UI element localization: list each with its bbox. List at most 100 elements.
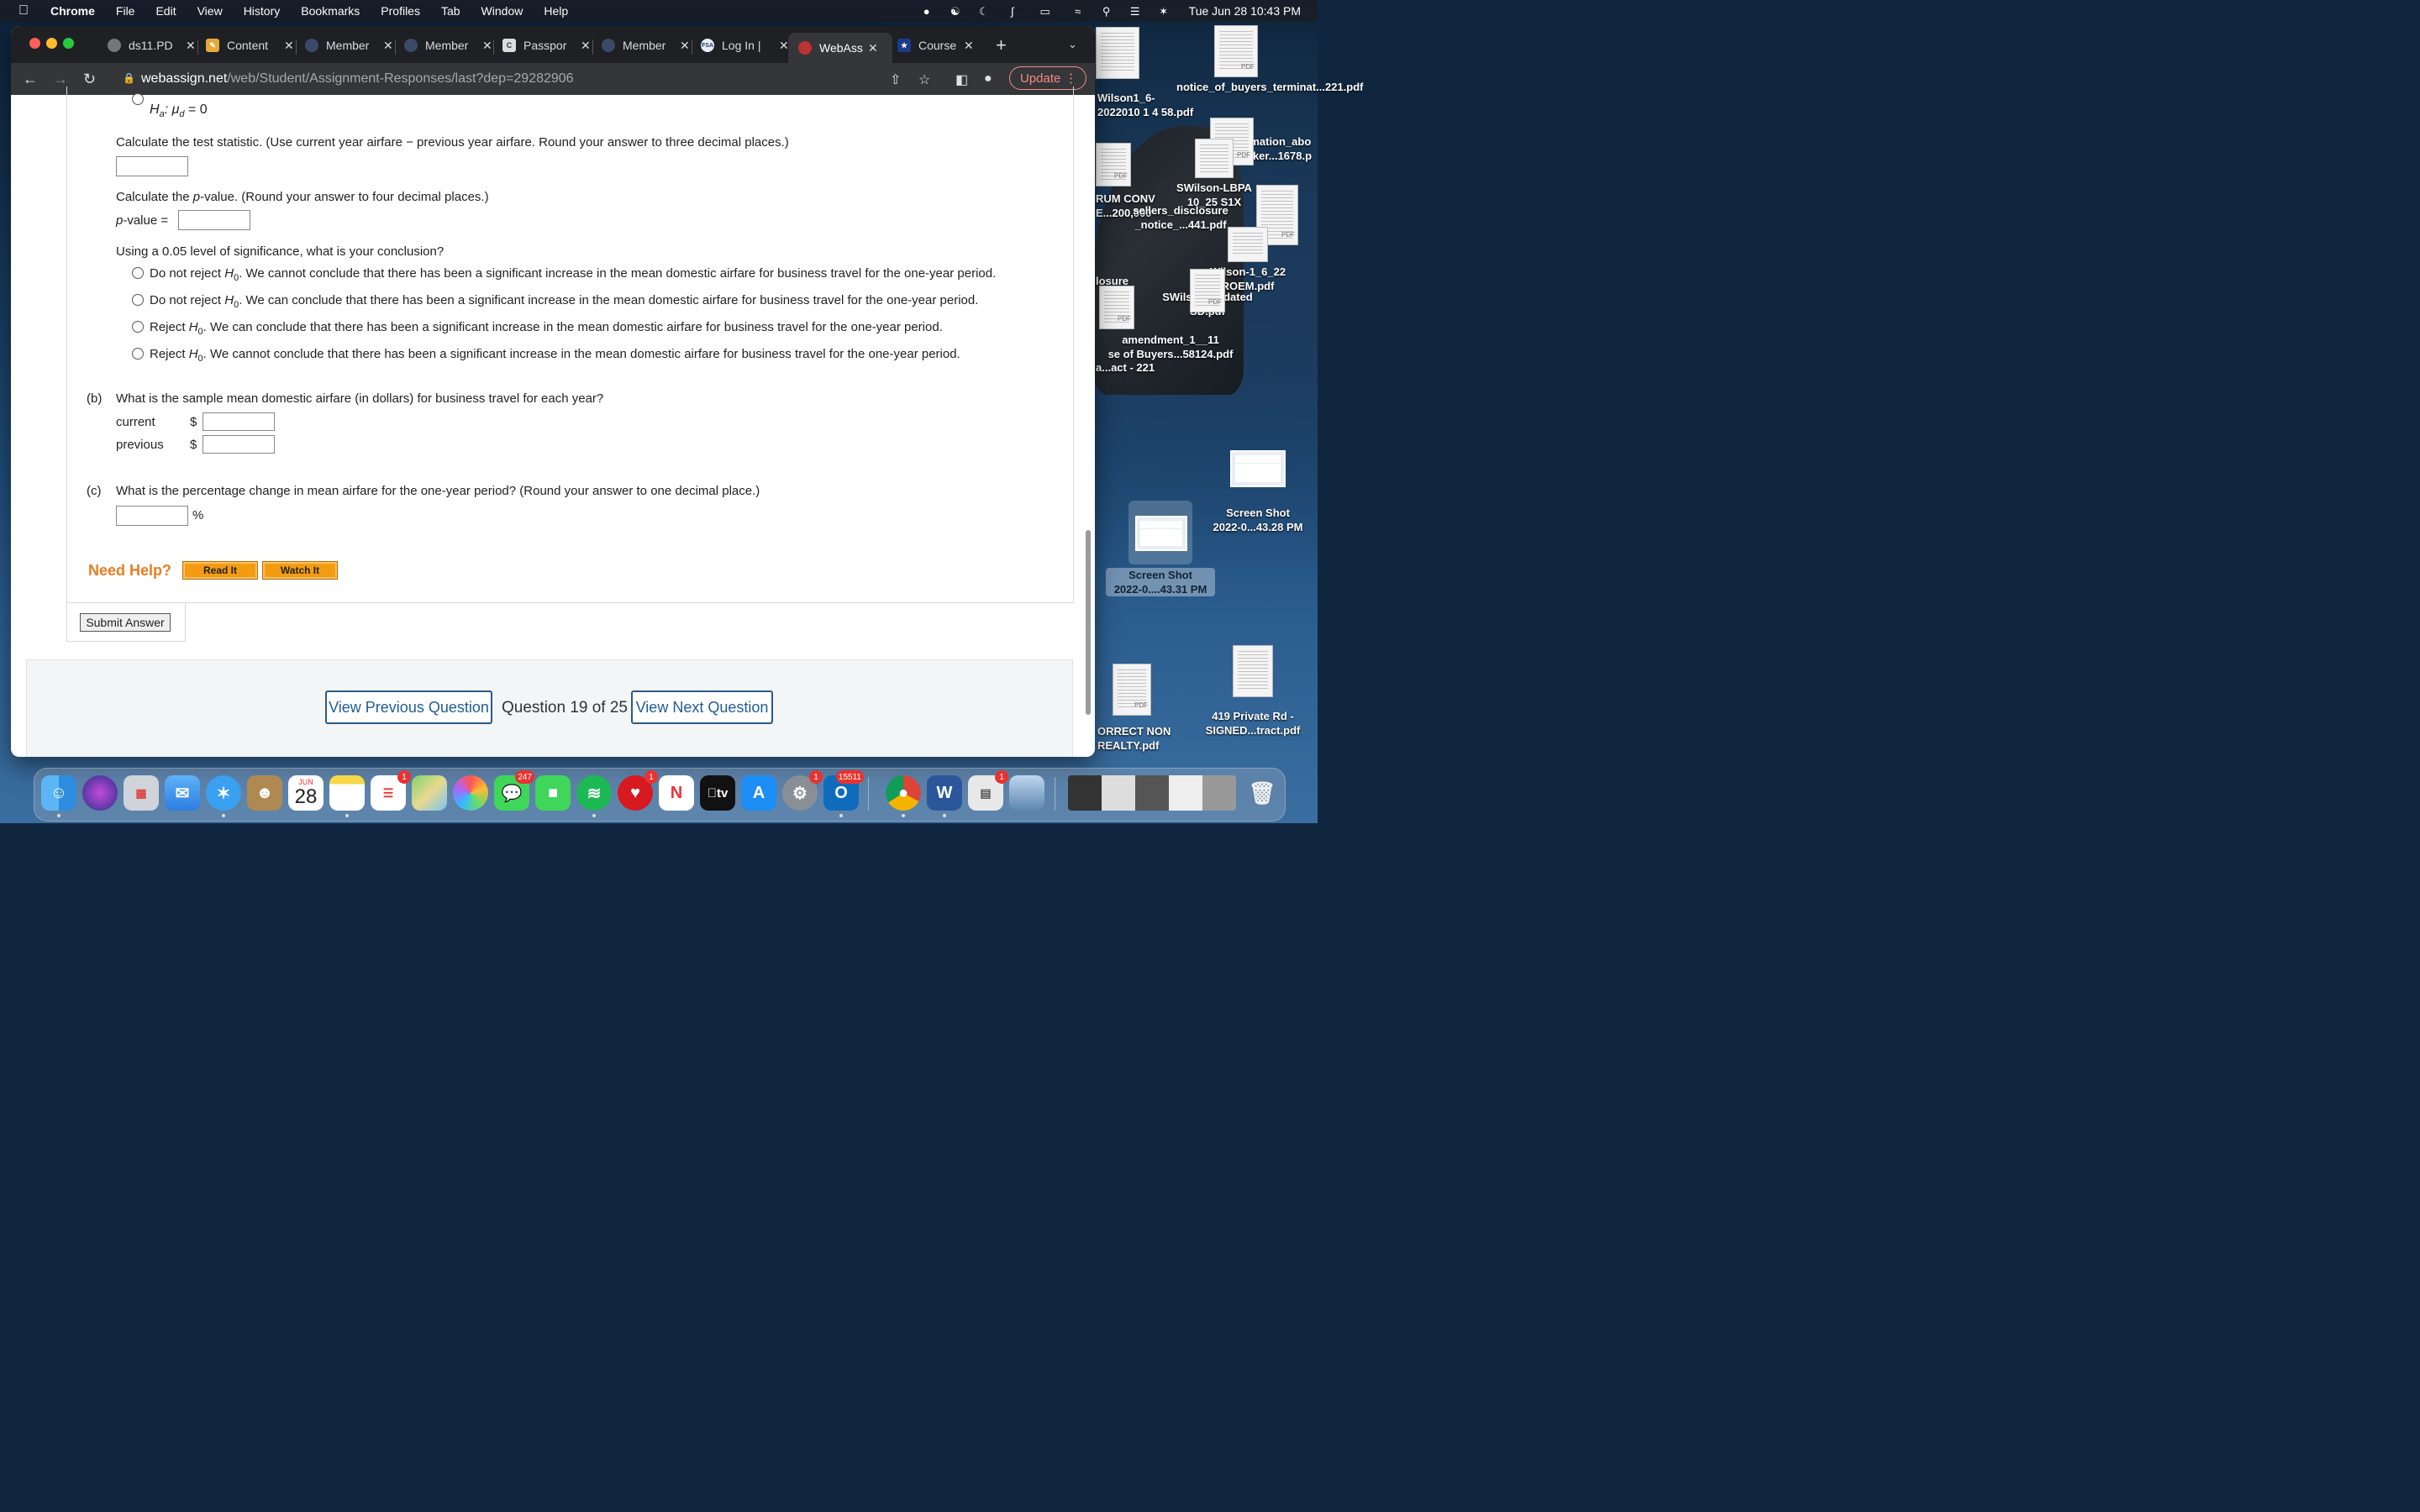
menu-tab[interactable]: Tab — [441, 4, 460, 18]
menu-app-name[interactable]: Chrome — [50, 4, 95, 18]
desktop-file-419-private[interactable]: 419 Private Rd - SIGNED...tract.pdf — [1200, 645, 1306, 738]
battery-icon[interactable]: ▭ — [1034, 5, 1056, 18]
menu-help[interactable]: Help — [544, 4, 568, 18]
tab-webassign[interactable]: WebAss ✕ — [788, 33, 892, 63]
desktop-file-wilson1[interactable]: Wilson1_6- 2022010 1 4 58.pdf — [1097, 91, 1207, 119]
sidebar-icon[interactable]: ◧ — [955, 71, 968, 88]
mail-icon[interactable]: ✉ — [165, 775, 200, 811]
facetime-icon[interactable]: ■ — [535, 775, 571, 811]
iheart-status-icon[interactable]: ● — [920, 5, 934, 18]
chrome-icon[interactable]: ● — [886, 775, 921, 811]
desktop-file-act-221[interactable]: a...act - 221 — [1096, 360, 1171, 375]
conclusion-radio-2[interactable] — [132, 294, 144, 306]
menu-view[interactable]: View — [197, 4, 223, 18]
close-icon[interactable]: ✕ — [482, 39, 492, 53]
close-icon[interactable]: ✕ — [964, 39, 974, 53]
close-icon[interactable]: ✕ — [680, 39, 690, 53]
news-icon[interactable]: N — [659, 775, 694, 811]
sync-status-icon[interactable]: ☯ — [949, 5, 962, 18]
finder-icon[interactable]: ☺ — [41, 775, 76, 811]
menu-file[interactable]: File — [116, 4, 135, 18]
tab-ds11[interactable]: ds11.PD ✕ — [108, 33, 196, 58]
close-window-button[interactable] — [29, 38, 40, 49]
current-mean-input[interactable] — [203, 412, 275, 431]
calendar-icon[interactable]: JUN 28 — [288, 775, 324, 811]
conclusion-option-1[interactable]: Do not reject H0. We cannot conclude tha… — [150, 266, 996, 283]
submit-answer-button[interactable]: Submit Answer — [80, 613, 171, 632]
reload-button[interactable]: ↻ — [83, 71, 96, 88]
tab-log-in[interactable]: FSA Log In | ✕ — [701, 33, 789, 58]
new-tab-button[interactable]: + — [996, 34, 1007, 56]
menu-clock[interactable]: Tue Jun 28 10:43 PM — [1189, 4, 1301, 18]
percent-change-input[interactable] — [116, 506, 188, 526]
spotify-icon[interactable]: ≋ — [576, 775, 612, 811]
close-icon[interactable]: ✕ — [581, 39, 591, 53]
tab-member-3[interactable]: Member ✕ — [602, 33, 690, 58]
minimize-window-button[interactable] — [46, 38, 57, 49]
system-preferences-icon[interactable]: ⚙ 1 — [782, 770, 823, 811]
pvalue-input[interactable] — [178, 210, 250, 230]
conclusion-radio-1[interactable] — [132, 267, 144, 279]
forward-button[interactable]: → — [53, 71, 68, 88]
contacts-icon[interactable]: ☻ — [247, 775, 282, 811]
conclusion-radio-3[interactable] — [132, 321, 144, 333]
outlook-icon[interactable]: O 15511 — [823, 770, 864, 811]
menu-profiles[interactable]: Profiles — [381, 4, 420, 18]
safari-icon[interactable]: ✶ — [206, 775, 241, 811]
address-bar[interactable]: webassign.net/web/Student/Assignment-Res… — [141, 71, 574, 87]
close-icon[interactable]: ✕ — [186, 39, 196, 53]
menu-bookmarks[interactable]: Bookmarks — [301, 4, 360, 18]
more-vert-icon[interactable]: ⋮ — [1065, 71, 1077, 86]
desktop-file-notice-buyers[interactable]: PDF notice_of_buyers_terminat...221.pdf — [1176, 25, 1364, 94]
tab-member-2[interactable]: Member ✕ — [404, 33, 492, 58]
messages-icon[interactable]: 💬 247 — [494, 770, 534, 811]
maps-icon[interactable] — [412, 775, 447, 811]
siri-icon[interactable] — [82, 775, 118, 811]
control-center-icon[interactable]: ☰ — [1128, 5, 1142, 18]
app-store-icon[interactable]: A — [741, 775, 776, 811]
launchpad-icon[interactable]: ▦ — [124, 775, 159, 811]
lock-icon[interactable]: 🔒 — [123, 72, 135, 84]
close-icon[interactable]: ✕ — [383, 39, 393, 53]
test-statistic-input[interactable] — [116, 156, 188, 176]
desktop-screenshot-2[interactable]: Screen Shot 2022-0....43.31 PM — [1106, 501, 1215, 596]
desktop-file-amendment[interactable]: PDF amendment_1__11 se of Buyers...58124… — [1099, 286, 1242, 361]
wifi-icon[interactable]: ≈ — [1071, 5, 1085, 18]
profile-avatar-icon[interactable]: ● — [984, 71, 992, 87]
conclusion-radio-4[interactable] — [132, 348, 144, 360]
conclusion-option-3[interactable]: Reject H0. We can conclude that there ha… — [150, 320, 943, 337]
back-button[interactable]: ← — [23, 71, 38, 88]
bluetooth-icon[interactable]: ∫ — [1006, 5, 1019, 18]
desktop-file[interactable] — [1092, 27, 1143, 81]
close-icon[interactable]: ✕ — [284, 39, 294, 53]
apple-icon[interactable]:  — [18, 3, 34, 18]
tab-content[interactable]: ✎ Content ✕ — [206, 33, 294, 58]
share-icon[interactable]: ⇧ — [890, 71, 901, 88]
photo-viewer-icon[interactable] — [1009, 775, 1044, 811]
preview-icon[interactable]: ▤ 1 — [968, 770, 1008, 811]
photos-icon[interactable] — [453, 775, 488, 811]
menu-window[interactable]: Window — [481, 4, 523, 18]
reminders-icon[interactable]: ☰ 1 — [371, 770, 411, 811]
page-scrollbar[interactable] — [1086, 530, 1091, 715]
tab-search-chevron-icon[interactable]: ⌄ — [1068, 38, 1077, 51]
conclusion-option-4[interactable]: Reject H0. We cannot conclude that there… — [150, 347, 960, 364]
desktop-file-correct-non-realty[interactable]: PDF ORRECT NON REALTY.pdf — [1097, 664, 1181, 753]
conclusion-option-2[interactable]: Do not reject H0. We can conclude that t… — [150, 293, 978, 310]
view-next-question-button[interactable]: View Next Question — [631, 690, 773, 724]
trash-icon[interactable]: 🗑 — [1244, 775, 1280, 811]
iheartradio-icon[interactable]: ♥ 1 — [618, 770, 658, 811]
watch-it-button[interactable]: Watch It — [262, 561, 338, 580]
menu-history[interactable]: History — [244, 4, 281, 18]
previous-mean-input[interactable] — [203, 435, 275, 454]
tab-passport[interactable]: C Passpor ✕ — [502, 33, 591, 58]
moon-icon[interactable]: ☾ — [977, 5, 991, 18]
tab-course[interactable]: ★ Course ✕ — [897, 33, 974, 58]
desktop-screenshot-1[interactable]: Screen Shot 2022-0...43.28 PM — [1202, 450, 1314, 534]
hypothesis-radio[interactable] — [132, 93, 144, 105]
word-icon[interactable]: W — [927, 775, 962, 811]
spotlight-search-icon[interactable]: ⚲ — [1100, 5, 1113, 18]
tab-member-1[interactable]: Member ✕ — [305, 33, 393, 58]
zoom-window-button[interactable] — [63, 38, 74, 49]
notes-icon[interactable] — [329, 775, 365, 811]
